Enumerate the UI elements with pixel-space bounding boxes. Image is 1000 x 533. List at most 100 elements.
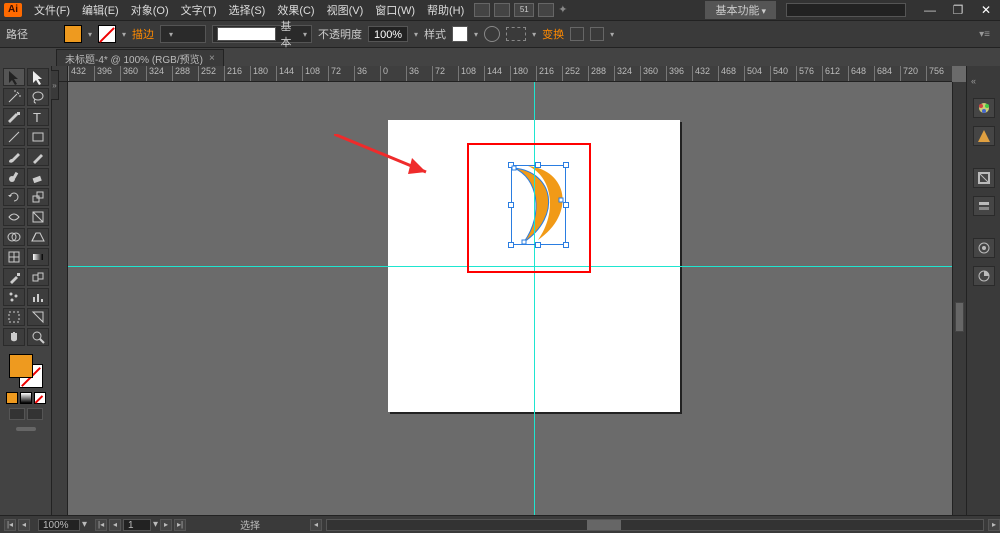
window-minimize-button[interactable]: — <box>916 3 944 17</box>
menu-object[interactable]: 对象(O) <box>125 2 175 18</box>
tool-symbol-sprayer[interactable] <box>3 288 25 306</box>
artboard-index-input[interactable]: 1 <box>123 519 151 531</box>
tool-magic-wand[interactable] <box>3 88 25 106</box>
stroke-weight-input[interactable]: ▾ <box>160 25 206 43</box>
selection-handle-e[interactable] <box>563 202 569 208</box>
tool-free-transform[interactable] <box>27 208 49 226</box>
selection-handle-se[interactable] <box>563 242 569 248</box>
tool-rotate[interactable] <box>3 188 25 206</box>
page-first-icon[interactable]: |◂ <box>95 519 107 531</box>
ruler-horizontal[interactable]: 4323963603242882522161801441087236036721… <box>52 66 952 82</box>
hscroll-thumb[interactable] <box>587 520 621 530</box>
document-tab[interactable]: 未标题-4* @ 100% (RGB/预览) × <box>56 49 224 66</box>
recolor-icon[interactable] <box>484 26 500 42</box>
clip-icon[interactable] <box>590 27 604 41</box>
dock-collapse-icon[interactable]: « <box>967 76 976 86</box>
tools-collapse-icon[interactable]: » <box>51 70 59 100</box>
align-icon[interactable] <box>506 27 526 41</box>
variable-width-profile[interactable]: 基本 ▾ <box>212 25 312 43</box>
tool-hand[interactable] <box>3 328 25 346</box>
tool-paintbrush[interactable] <box>3 148 25 166</box>
viewport[interactable] <box>68 82 952 515</box>
hscroll-right-icon[interactable]: ▸ <box>988 519 1000 531</box>
layout-icon-3[interactable]: 51 <box>514 3 534 17</box>
tool-width[interactable] <box>3 208 25 226</box>
fill-color-icon[interactable] <box>9 354 33 378</box>
page-chevron-icon[interactable]: ▾ <box>153 519 158 530</box>
tool-zoom[interactable] <box>27 328 49 346</box>
tool-blend[interactable] <box>27 268 49 286</box>
search-input[interactable] <box>786 3 906 17</box>
page-next-icon[interactable]: ▸ <box>160 519 172 531</box>
misc-chevron-icon[interactable]: ▾ <box>610 30 614 39</box>
tool-artboard[interactable] <box>3 308 25 326</box>
menu-effect[interactable]: 效果(C) <box>271 2 320 18</box>
tool-mesh[interactable] <box>3 248 25 266</box>
panel-stroke-icon[interactable] <box>973 168 995 188</box>
tool-eraser[interactable] <box>27 168 49 186</box>
selection-handle-s[interactable] <box>535 242 541 248</box>
style-chevron-icon[interactable]: ▾ <box>474 30 478 39</box>
scrollbar-vertical[interactable] <box>952 82 966 515</box>
tool-pencil[interactable] <box>27 148 49 166</box>
color-mode-icon[interactable] <box>6 392 18 404</box>
tool-pen[interactable] <box>3 108 25 126</box>
window-close-button[interactable]: ✕ <box>972 3 1000 17</box>
panel-color-icon[interactable] <box>973 98 995 118</box>
selection-bounding-box[interactable] <box>511 165 566 245</box>
menu-type[interactable]: 文字(T) <box>175 2 223 18</box>
tool-scale[interactable] <box>27 188 49 206</box>
align-chevron-icon[interactable]: ▾ <box>532 30 536 39</box>
graphic-style-swatch[interactable] <box>452 26 468 42</box>
selection-handle-ne[interactable] <box>563 162 569 168</box>
tab-close-icon[interactable]: × <box>209 53 215 64</box>
arrange-icon[interactable] <box>538 3 554 17</box>
menu-file[interactable]: 文件(F) <box>28 2 76 18</box>
ruler-vertical[interactable] <box>52 82 68 515</box>
scrollbar-thumb[interactable] <box>955 302 964 332</box>
selection-handle-w[interactable] <box>508 202 514 208</box>
tool-perspective[interactable] <box>27 228 49 246</box>
panel-symbols-icon[interactable] <box>973 238 995 258</box>
panel-swatches-icon[interactable] <box>973 266 995 286</box>
anchor-point[interactable] <box>559 198 564 203</box>
artboard-first-icon[interactable]: |◂ <box>4 519 16 531</box>
menu-view[interactable]: 视图(V) <box>321 2 370 18</box>
touch-icon[interactable]: ✦ <box>558 3 574 17</box>
menu-help[interactable]: 帮助(H) <box>421 2 470 18</box>
tool-shape-builder[interactable] <box>3 228 25 246</box>
panel-brushes-icon[interactable] <box>973 196 995 216</box>
tools-handle[interactable] <box>2 424 50 434</box>
selection-handle-sw[interactable] <box>508 242 514 248</box>
anchor-point[interactable] <box>522 240 527 245</box>
tool-direct-selection[interactable] <box>27 68 49 86</box>
layout-icon-1[interactable] <box>474 3 490 17</box>
gradient-mode-icon[interactable] <box>20 392 32 404</box>
tool-type[interactable]: T <box>27 108 49 126</box>
tool-selection[interactable] <box>3 68 25 86</box>
fill-swatch[interactable] <box>64 25 82 43</box>
opacity-chevron-icon[interactable]: ▾ <box>414 30 418 39</box>
opacity-input[interactable]: 100% <box>368 26 408 42</box>
transform-link[interactable]: 变换 <box>542 26 564 42</box>
page-last-icon[interactable]: ▸| <box>174 519 186 531</box>
anchor-point[interactable] <box>512 166 517 171</box>
stroke-chevron-icon[interactable]: ▾ <box>122 30 126 39</box>
layout-icon-2[interactable] <box>494 3 510 17</box>
stroke-label[interactable]: 描边 <box>132 26 154 42</box>
tool-slice[interactable] <box>27 308 49 326</box>
isolate-icon[interactable] <box>570 27 584 41</box>
scrollbar-horizontal[interactable] <box>326 519 984 531</box>
zoom-input[interactable]: 100% <box>38 519 80 531</box>
selection-handle-n[interactable] <box>535 162 541 168</box>
hscroll-left-icon[interactable]: ◂ <box>310 519 322 531</box>
menu-window[interactable]: 窗口(W) <box>369 2 421 18</box>
stroke-swatch[interactable] <box>98 25 116 43</box>
fill-stroke-swatch[interactable] <box>9 354 43 388</box>
tool-lasso[interactable] <box>27 88 49 106</box>
workspace-switcher[interactable]: 基本功能▾ <box>705 1 776 19</box>
fill-chevron-icon[interactable]: ▾ <box>88 30 92 39</box>
window-restore-button[interactable]: ❐ <box>944 3 972 17</box>
tool-blob[interactable] <box>3 168 25 186</box>
menu-select[interactable]: 选择(S) <box>223 2 272 18</box>
